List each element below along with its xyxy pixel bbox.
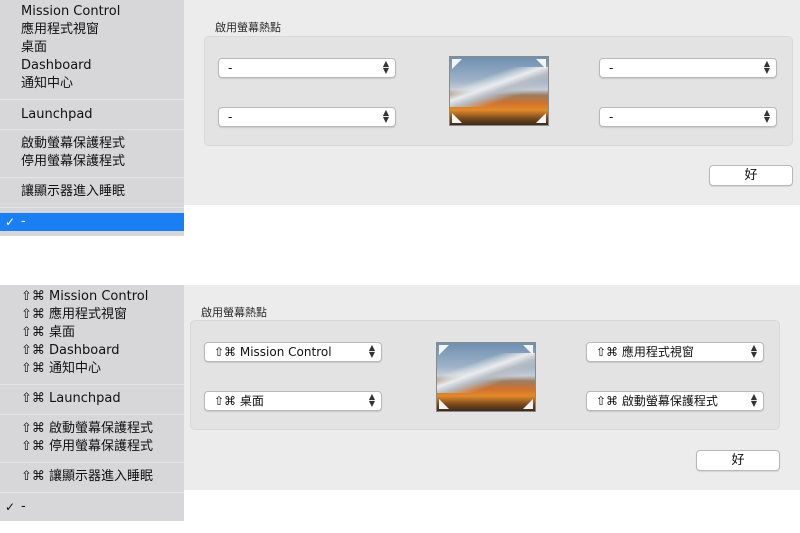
popup-value: ⇧⌘ 桌面	[214, 394, 264, 408]
top-left-corner-popup[interactable]: ⇧⌘ Mission Control ▲ ▼	[204, 342, 382, 362]
menu-item-app-windows[interactable]: 應用程式視窗	[0, 21, 184, 39]
menu-item-none[interactable]: ✓ -	[0, 498, 184, 516]
chevron-up-down-icon: ▲ ▼	[763, 108, 771, 124]
chevron-up-down-icon: ▲ ▼	[750, 343, 758, 359]
popup-value: ⇧⌘ 啟動螢幕保護程式	[596, 394, 718, 408]
panel-title: 啟用螢幕熱點	[201, 306, 267, 319]
menu-item-none[interactable]: ✓ -	[0, 213, 184, 231]
panel-title: 啟用螢幕熱點	[215, 21, 281, 34]
corner-marker-icon	[523, 399, 533, 409]
menu-item-dashboard[interactable]: ⇧⌘ Dashboard	[0, 342, 184, 360]
top-right-corner-popup[interactable]: ⇧⌘ 應用程式視窗 ▲ ▼	[586, 342, 764, 362]
menu-separator	[0, 129, 184, 130]
chevron-up-down-icon: ▲ ▼	[382, 59, 390, 75]
menu-item-display-sleep[interactable]: ⇧⌘ 讓顯示器進入睡眠	[0, 468, 184, 486]
menu-item-dashboard[interactable]: Dashboard	[0, 57, 184, 75]
hot-corners-dialog-bottom: 啟用螢幕熱點 ⇧⌘ Mission Control ▲ ▼ ⇧⌘ 應用程式視窗 ▲…	[0, 285, 800, 533]
menu-item-start-screensaver[interactable]: ⇧⌘ 啟動螢幕保護程式	[0, 420, 184, 438]
menu-separator	[0, 177, 184, 178]
bottom-left-corner-popup[interactable]: - ▲ ▼	[218, 107, 396, 127]
menu-item-start-screensaver[interactable]: 啟動螢幕保護程式	[0, 135, 184, 153]
chevron-up-down-icon: ▲ ▼	[750, 392, 758, 408]
menu-separator	[0, 414, 184, 415]
menu-item-notification-center[interactable]: ⇧⌘ 通知中心	[0, 360, 184, 378]
menu-item-app-windows[interactable]: ⇧⌘ 應用程式視窗	[0, 306, 184, 324]
corner-marker-icon	[452, 113, 462, 123]
hot-corner-menu: ⇧⌘ Mission Control ⇧⌘ 應用程式視窗 ⇧⌘ 桌面 ⇧⌘ Da…	[0, 285, 184, 521]
top-left-corner-popup[interactable]: - ▲ ▼	[218, 58, 396, 78]
checkmark-icon: ✓	[5, 215, 16, 229]
popup-value: -	[609, 61, 614, 75]
corner-marker-icon	[523, 345, 533, 355]
menu-separator	[0, 384, 184, 385]
bottom-right-corner-popup[interactable]: ⇧⌘ 啟動螢幕保護程式 ▲ ▼	[586, 391, 764, 411]
popup-value: ⇧⌘ Mission Control	[214, 345, 332, 359]
corner-marker-icon	[439, 345, 449, 355]
desktop-preview-image	[449, 56, 549, 126]
hot-corners-dialog-top: 啟用螢幕熱點 - ▲ ▼ - ▲ ▼ - ▲ ▼ - ▲ ▼ 好 Mission Con…	[0, 0, 800, 240]
corner-marker-icon	[439, 399, 449, 409]
hot-corners-panel: 啟用螢幕熱點 - ▲ ▼ - ▲ ▼ - ▲ ▼ - ▲ ▼ 好	[183, 0, 800, 205]
chevron-up-down-icon: ▲ ▼	[368, 392, 376, 408]
menu-item-desktop[interactable]: ⇧⌘ 桌面	[0, 324, 184, 342]
desktop-preview-image	[436, 342, 536, 412]
bottom-left-corner-popup[interactable]: ⇧⌘ 桌面 ▲ ▼	[204, 391, 382, 411]
hot-corners-panel: 啟用螢幕熱點 ⇧⌘ Mission Control ▲ ▼ ⇧⌘ 應用程式視窗 ▲…	[183, 285, 800, 490]
chevron-up-down-icon: ▲ ▼	[368, 343, 376, 359]
menu-separator	[0, 492, 184, 493]
hot-corner-menu: Mission Control 應用程式視窗 桌面 Dashboard 通知中心…	[0, 0, 184, 236]
top-right-corner-popup[interactable]: - ▲ ▼	[599, 58, 777, 78]
menu-item-desktop[interactable]: 桌面	[0, 39, 184, 57]
popup-value: -	[228, 61, 233, 75]
chevron-up-down-icon: ▲ ▼	[382, 108, 390, 124]
ok-button[interactable]: 好	[696, 450, 780, 471]
menu-item-mission-control[interactable]: ⇧⌘ Mission Control	[0, 288, 184, 306]
menu-item-label: -	[21, 499, 26, 514]
menu-item-display-sleep[interactable]: 讓顯示器進入睡眠	[0, 183, 184, 201]
popup-value: -	[609, 110, 614, 124]
ok-button[interactable]: 好	[709, 165, 793, 186]
menu-separator	[0, 99, 184, 100]
menu-item-label: -	[21, 214, 26, 229]
popup-value: ⇧⌘ 應用程式視窗	[596, 345, 694, 359]
corner-marker-icon	[536, 113, 546, 123]
menu-separator	[0, 207, 184, 208]
menu-item-mission-control[interactable]: Mission Control	[0, 3, 184, 21]
chevron-up-down-icon: ▲ ▼	[763, 59, 771, 75]
menu-item-disable-screensaver[interactable]: 停用螢幕保護程式	[0, 153, 184, 171]
popup-value: -	[228, 110, 233, 124]
corner-marker-icon	[452, 59, 462, 69]
menu-item-disable-screensaver[interactable]: ⇧⌘ 停用螢幕保護程式	[0, 438, 184, 456]
menu-item-notification-center[interactable]: 通知中心	[0, 75, 184, 93]
menu-item-launchpad[interactable]: Launchpad	[0, 106, 184, 124]
menu-separator	[0, 462, 184, 463]
menu-item-launchpad[interactable]: ⇧⌘ Launchpad	[0, 390, 184, 408]
checkmark-icon: ✓	[5, 500, 16, 514]
corner-marker-icon	[536, 59, 546, 69]
bottom-right-corner-popup[interactable]: - ▲ ▼	[599, 107, 777, 127]
